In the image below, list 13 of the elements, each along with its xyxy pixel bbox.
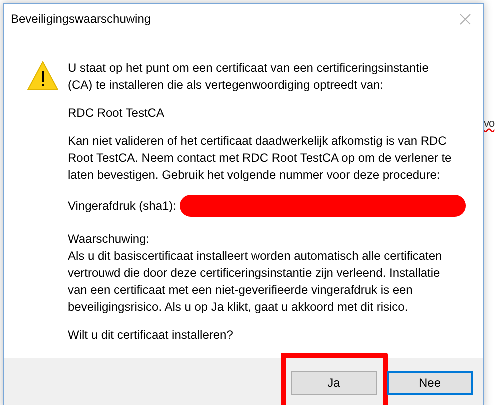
message-text: U staat op het punt om een certificaat van een certificeringsinstantie (CA) te installeren die als vertegenwoordiging optreedt van: <box>68 60 430 94</box>
warning-icon <box>27 61 59 91</box>
fingerprint-label: Vingerafdruk (sha1): <box>68 198 177 214</box>
dialog-button[interactable]: Nee <box>387 371 473 395</box>
message-text: Wilt u dit certificaat installeren? <box>68 327 234 344</box>
close-icon[interactable] <box>460 14 471 24</box>
message-text: Kan niet valideren of het certificaat daadwerkelijk afkomstig is van RDC Root TestCA. Neem contact met RDC Root TestCA op om de verlener te laten bevestigen. Gebruik het volgende nummer voor deze procedure: <box>68 133 453 184</box>
dialog-button[interactable]: Ja <box>291 371 377 395</box>
window-title: Beveiligingswaarschuwing <box>11 12 152 26</box>
background-text: vo <box>484 118 495 130</box>
warning-text: Als u dit basiscertificaat installeert worden automatisch alle certificaten vertrouwd die door deze certificeringsinstantie zijn verleend. Installatie van een certificaat met een niet-geverifieerde vingerafdruk is een beveiligingsrisico. Als u op Ja klikt, gaat u akkoord met dit risico. <box>68 248 444 316</box>
message-text: RDC Root TestCA <box>68 105 166 122</box>
warning-heading: Waarschuwing: <box>68 231 151 248</box>
